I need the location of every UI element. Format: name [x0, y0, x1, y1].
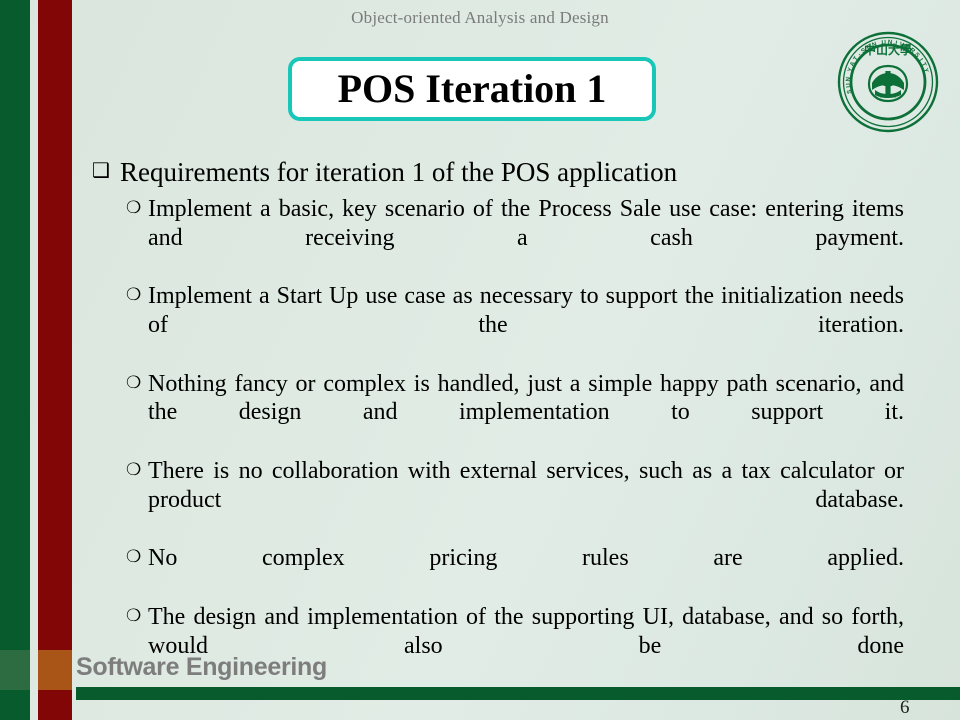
hollow-circle-bullet-icon: ❍ [126, 606, 142, 626]
list-item-text: Nothing fancy or complex is handled, jus… [148, 370, 904, 426]
page-title: POS Iteration 1 [337, 66, 607, 111]
hollow-circle-bullet-icon: ❍ [126, 372, 142, 392]
svg-text:U: U [845, 82, 852, 88]
hollow-square-bullet-icon: ❑ [92, 160, 110, 182]
sun-yat-sen-university-seal-icon: 中山大學 S U N Y A T - S E N U N I V E R S I [836, 30, 940, 134]
slide-body: ❑ Requirements for iteration 1 of the PO… [92, 157, 904, 690]
list-item: ❍ There is no collaboration with externa… [126, 457, 904, 543]
left-green-bar [0, 0, 30, 720]
list-item-text: No complex pricing rules are applied. [148, 545, 904, 572]
footer-divider [76, 687, 960, 700]
list-item-text: Implement a Start Up use case as necessa… [148, 283, 904, 339]
hollow-circle-bullet-icon: ❍ [126, 460, 142, 480]
list-item: ❍ Nothing fancy or complex is handled, j… [126, 370, 904, 456]
list-item-text: Implement a basic, key scenario of the P… [148, 195, 904, 251]
footer-course-label: Software Engineering [76, 653, 327, 681]
left-red-bar [38, 0, 72, 720]
left-green-bar-accent [0, 650, 30, 690]
list-item-text: There is no collaboration with external … [148, 458, 904, 513]
bullet-level2-list: ❍ Implement a basic, key scenario of the… [126, 195, 904, 690]
list-item: ❍ Implement a basic, key scenario of the… [126, 195, 904, 281]
bullet-level1: ❑ Requirements for iteration 1 of the PO… [92, 157, 904, 189]
slide-canvas: Object-oriented Analysis and Design 中山大學… [0, 0, 960, 720]
list-item: ❍ No complex pricing rules are applied. [126, 544, 904, 602]
course-header-title: Object-oriented Analysis and Design [351, 8, 609, 27]
hollow-circle-bullet-icon: ❍ [126, 285, 142, 305]
svg-text:Y: Y [922, 67, 930, 74]
bullet-level1-text: Requirements for iteration 1 of the POS … [120, 157, 678, 187]
list-item: ❍ Implement a Start Up use case as neces… [126, 282, 904, 368]
svg-text:S: S [846, 89, 854, 95]
slide-title-box: POS Iteration 1 [288, 57, 656, 121]
page-number: 6 [900, 697, 910, 718]
hollow-circle-bullet-icon: ❍ [126, 547, 142, 567]
hollow-circle-bullet-icon: ❍ [126, 197, 142, 217]
left-red-bar-accent [38, 650, 72, 690]
